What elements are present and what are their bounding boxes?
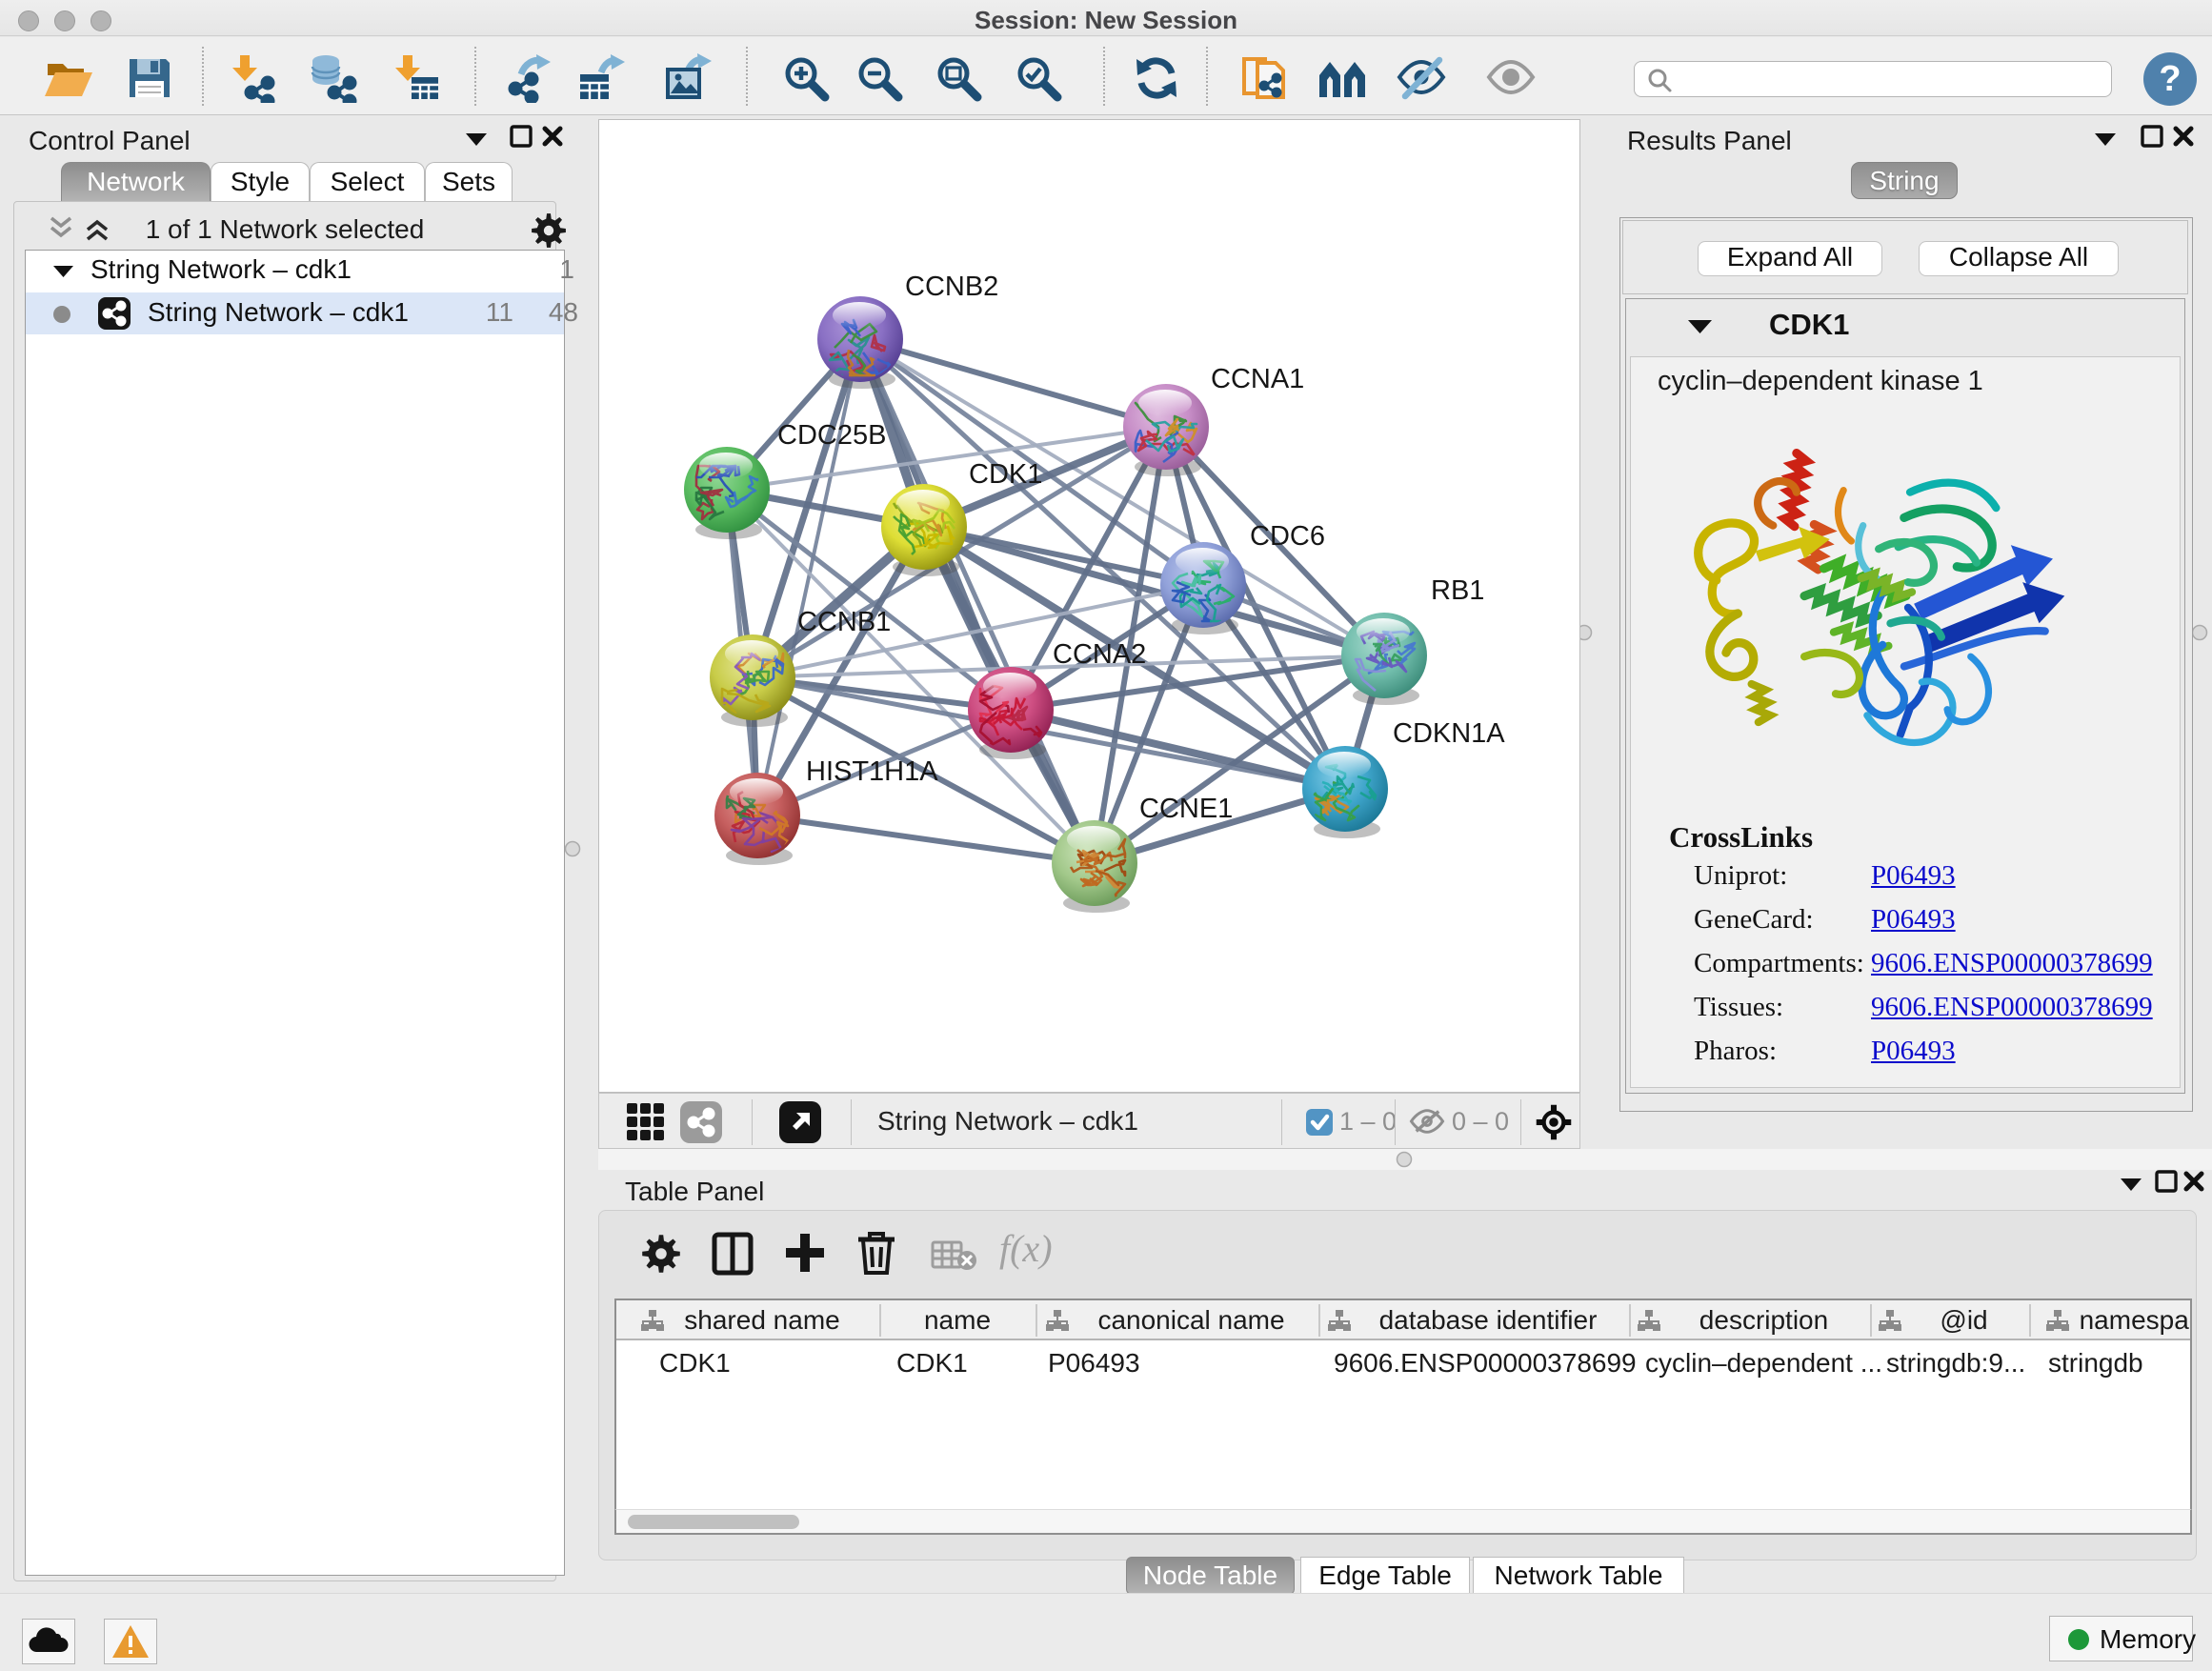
- svg-text:CDC6: CDC6: [1250, 521, 1325, 552]
- svg-text:CCNA2: CCNA2: [1053, 639, 1146, 670]
- svg-text:CDC25B: CDC25B: [777, 420, 886, 451]
- svg-text:RB1: RB1: [1431, 575, 1484, 606]
- svg-text:CDK1: CDK1: [969, 459, 1042, 490]
- svg-text:CCNB1: CCNB1: [797, 607, 891, 637]
- svg-text:CCNB2: CCNB2: [905, 272, 998, 302]
- svg-text:CCNA1: CCNA1: [1211, 364, 1304, 394]
- svg-text:CDKN1A: CDKN1A: [1393, 718, 1505, 749]
- svg-text:?: ?: [2159, 59, 2181, 99]
- svg-text:CCNE1: CCNE1: [1139, 794, 1233, 824]
- svg-text:HIST1H1A: HIST1H1A: [806, 756, 938, 787]
